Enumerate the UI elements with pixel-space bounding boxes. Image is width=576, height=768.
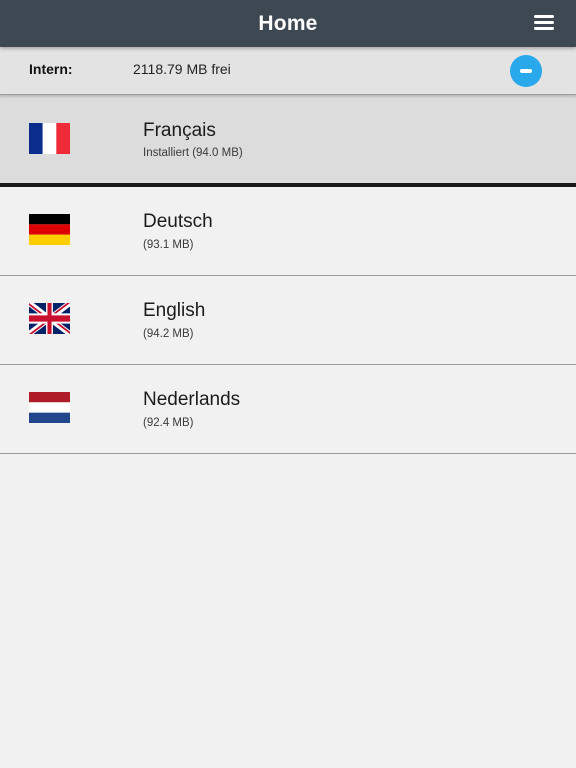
netherlands-flag-icon (29, 392, 70, 423)
menu-line (534, 27, 554, 30)
language-size: (93.1 MB) (143, 239, 194, 251)
uk-flag-icon (29, 303, 70, 334)
collapse-button[interactable] (510, 55, 542, 87)
app-screen: Home Intern: 2118.79 MB frei Français In… (0, 0, 576, 768)
language-size: (94.2 MB) (143, 328, 194, 340)
language-size: (92.4 MB) (143, 417, 194, 429)
france-flag-icon (29, 123, 70, 154)
storage-free-space: 2118.79 MB frei (133, 61, 231, 77)
app-header: Home (0, 0, 576, 47)
germany-flag-icon (29, 214, 70, 245)
language-item-francais[interactable]: Français Installiert (94.0 MB) (0, 95, 576, 187)
page-title: Home (258, 12, 318, 35)
menu-line (534, 15, 554, 18)
hamburger-menu-icon[interactable] (534, 14, 554, 32)
minus-icon (520, 69, 532, 73)
language-name: Deutsch (143, 211, 213, 232)
menu-line (534, 21, 554, 24)
language-name: English (143, 300, 206, 321)
language-item-nederlands[interactable]: Nederlands (92.4 MB) (0, 365, 576, 454)
language-size: Installiert (94.0 MB) (143, 147, 243, 159)
storage-label: Intern: (29, 61, 73, 77)
language-item-deutsch[interactable]: Deutsch (93.1 MB) (0, 187, 576, 276)
language-item-english[interactable]: English (94.2 MB) (0, 276, 576, 365)
storage-info-bar: Intern: 2118.79 MB frei (0, 47, 576, 95)
language-name: Nederlands (143, 389, 241, 410)
language-name: Français (143, 120, 216, 141)
language-list: Français Installiert (94.0 MB) Deutsch (… (0, 95, 576, 454)
